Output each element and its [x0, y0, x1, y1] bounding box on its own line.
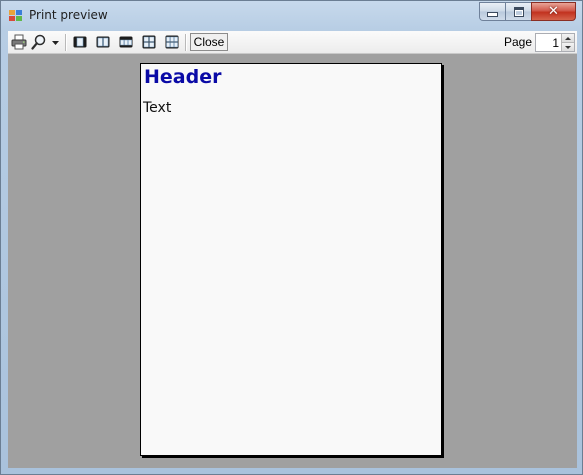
- close-icon: ✕: [548, 4, 559, 19]
- title-bar[interactable]: Print preview ✕: [1, 1, 582, 31]
- toolbar-separator: [185, 34, 187, 51]
- one-page-icon: [73, 36, 87, 48]
- chevron-down-icon[interactable]: [52, 41, 59, 45]
- two-pages-icon: [96, 36, 110, 48]
- minimize-icon: [487, 12, 498, 17]
- three-pages-icon: [119, 36, 133, 48]
- two-pages-button[interactable]: [95, 34, 111, 50]
- maximize-button[interactable]: [505, 2, 531, 21]
- page-number-spinner[interactable]: [535, 33, 575, 52]
- document-text: Text: [143, 100, 172, 116]
- print-button[interactable]: [11, 34, 27, 50]
- preview-page: Header Text: [140, 63, 442, 456]
- page-up-button[interactable]: [561, 34, 574, 43]
- three-pages-button[interactable]: [118, 34, 134, 50]
- app-icon: [9, 10, 23, 22]
- printer-icon: [11, 34, 27, 50]
- four-pages-icon: [142, 35, 156, 49]
- zoom-button[interactable]: [31, 34, 59, 50]
- maximize-icon: [513, 6, 524, 17]
- four-pages-button[interactable]: [141, 34, 157, 50]
- close-preview-button[interactable]: Close: [190, 33, 228, 51]
- magnifier-icon: [31, 34, 46, 50]
- six-pages-button[interactable]: [164, 34, 180, 50]
- page-down-button[interactable]: [561, 43, 574, 51]
- preview-area[interactable]: Header Text: [8, 54, 577, 468]
- arrow-down-icon: [565, 45, 571, 49]
- page-label: Page: [504, 35, 533, 49]
- six-pages-icon: [165, 35, 179, 49]
- toolbar-separator: [65, 34, 67, 51]
- window-title: Print preview: [29, 8, 108, 22]
- close-window-button[interactable]: ✕: [531, 2, 576, 21]
- caption-buttons: ✕: [479, 2, 576, 21]
- minimize-button[interactable]: [479, 2, 505, 21]
- one-page-button[interactable]: [72, 34, 88, 50]
- page-number-input[interactable]: [536, 34, 561, 51]
- toolbar: Close Page: [8, 31, 577, 54]
- print-preview-window: Print preview ✕ Close Page 1 Header Text: [0, 0, 583, 475]
- arrow-up-icon: [565, 36, 571, 40]
- document-header: Header: [144, 66, 222, 88]
